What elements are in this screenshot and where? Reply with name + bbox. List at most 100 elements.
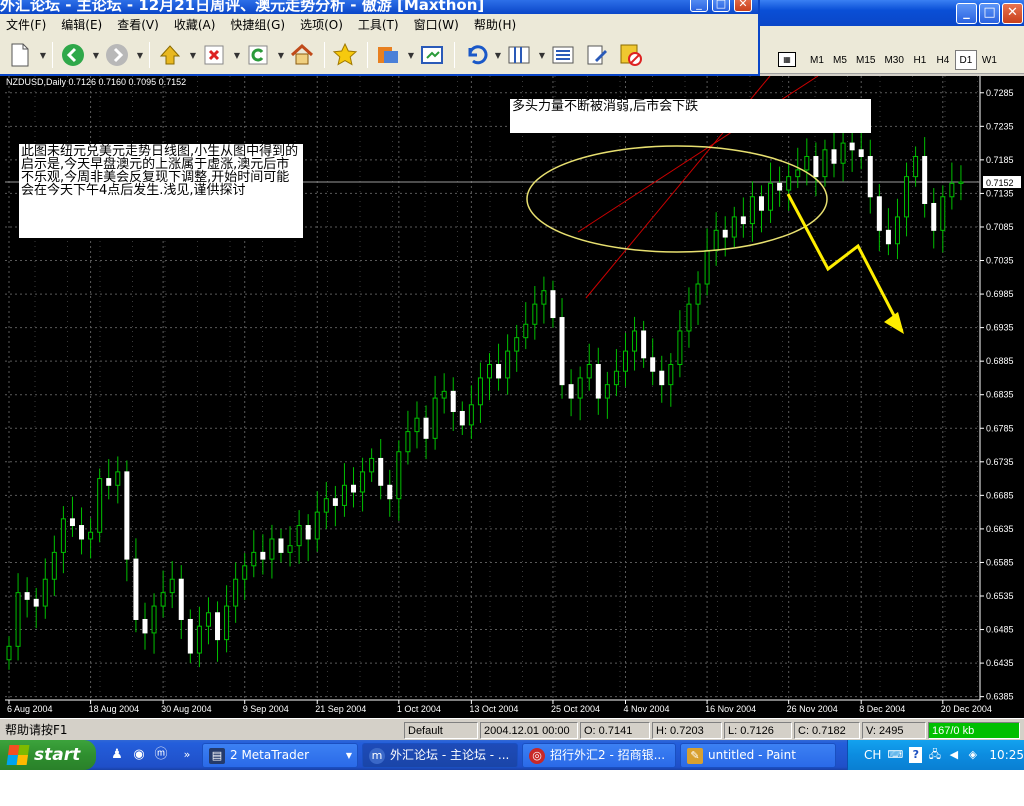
antivirus-icon[interactable]: ◈ bbox=[966, 747, 979, 763]
menu-item[interactable]: 编辑(E) bbox=[55, 16, 111, 33]
candle-bear bbox=[867, 156, 873, 198]
chevron-down-icon[interactable]: ▼ bbox=[188, 51, 198, 60]
keyboard-icon[interactable]: ⌨ bbox=[887, 747, 903, 763]
candle-bull bbox=[804, 156, 810, 171]
task-metatrader[interactable]: ▤ 2 MetaTrader ▼ bbox=[202, 743, 358, 768]
chart-area[interactable]: 0.7285 0.7235 0.7185 0.7135 0.7085 0.7035 0.69… bbox=[0, 76, 1024, 718]
stop-icon[interactable] bbox=[198, 39, 230, 71]
timeframe-m15[interactable]: M15 bbox=[852, 50, 879, 70]
quicklaunch-maxthon-icon[interactable]: ⓜ bbox=[152, 746, 170, 764]
candle-bull bbox=[432, 397, 438, 439]
timeframe-d1[interactable]: D1 bbox=[954, 50, 977, 70]
chart-toolbar-icon[interactable]: ▦ bbox=[778, 52, 796, 67]
price-tick-label: 0.7285 bbox=[986, 88, 1014, 98]
close-button[interactable]: ✕ bbox=[1002, 3, 1023, 24]
timeframe-w1[interactable]: W1 bbox=[978, 50, 1001, 70]
maxthon-close-button[interactable]: ✕ bbox=[734, 0, 752, 12]
quicklaunch-browser-icon[interactable]: ◉ bbox=[130, 746, 148, 764]
candle-bear bbox=[106, 478, 112, 486]
home-icon[interactable] bbox=[286, 39, 318, 71]
quicklaunch-user-icon[interactable]: ♟ bbox=[108, 746, 126, 764]
menu-item[interactable]: 选项(O) bbox=[294, 16, 352, 33]
quicklaunch-expand-icon[interactable]: » bbox=[178, 746, 196, 764]
price-tick-label: 0.6785 bbox=[986, 423, 1014, 433]
candle-bear bbox=[260, 551, 266, 560]
status-profile[interactable]: Default bbox=[404, 722, 478, 739]
edit-icon[interactable] bbox=[581, 39, 613, 71]
new-page-icon[interactable] bbox=[4, 39, 36, 71]
maxthon-maximize-button[interactable]: □ bbox=[712, 0, 730, 12]
candle-bear bbox=[876, 196, 882, 231]
columns-icon[interactable] bbox=[503, 39, 535, 71]
candle-bull bbox=[523, 323, 529, 339]
candle-bull bbox=[695, 283, 701, 305]
price-tick-label: 0.6685 bbox=[986, 490, 1014, 500]
menu-item[interactable]: 窗口(W) bbox=[408, 16, 468, 33]
refresh-icon[interactable] bbox=[242, 39, 274, 71]
chevron-down-icon[interactable]: ▼ bbox=[537, 51, 547, 60]
candle-bear bbox=[550, 290, 556, 319]
price-tick-label: 0.7235 bbox=[986, 121, 1014, 131]
start-button[interactable]: start bbox=[0, 740, 96, 770]
list-icon[interactable] bbox=[547, 39, 579, 71]
menu-item[interactable]: 工具(T) bbox=[352, 16, 408, 33]
timeframe-m30[interactable]: M30 bbox=[880, 50, 907, 70]
menu-item[interactable]: 帮助(H) bbox=[468, 16, 525, 33]
date-tick-label: 1 Oct 2004 bbox=[397, 704, 441, 714]
price-tick-label: 0.7035 bbox=[986, 256, 1014, 266]
network-icon[interactable]: 🖧 bbox=[928, 747, 941, 763]
candle-bull bbox=[904, 176, 910, 218]
up-folder-icon[interactable] bbox=[154, 39, 186, 71]
timeframe-h1[interactable]: H1 bbox=[909, 50, 931, 70]
back-icon[interactable] bbox=[57, 39, 89, 71]
minimize-button[interactable]: _ bbox=[956, 3, 977, 24]
chevron-down-icon[interactable]: ▼ bbox=[232, 51, 242, 60]
window-icon[interactable] bbox=[416, 39, 448, 71]
date-tick-label: 18 Aug 2004 bbox=[89, 704, 140, 714]
date-tick-label: 16 Nov 2004 bbox=[705, 704, 756, 714]
chevron-down-icon[interactable]: ▼ bbox=[276, 51, 286, 60]
maxthon-minimize-button[interactable]: _ bbox=[690, 0, 708, 12]
volume-icon[interactable]: ◀ bbox=[947, 747, 960, 763]
topping-ellipse bbox=[526, 145, 828, 253]
menu-item[interactable]: 查看(V) bbox=[111, 16, 168, 33]
menu-item[interactable]: 收藏(A) bbox=[168, 16, 225, 33]
chevron-down-icon[interactable]: ▼ bbox=[38, 51, 48, 60]
help-icon[interactable]: ? bbox=[909, 747, 923, 763]
candle-bear bbox=[813, 156, 819, 178]
price-tick-label: 0.6435 bbox=[986, 658, 1014, 668]
block-icon[interactable] bbox=[615, 39, 647, 71]
task-forum[interactable]: m 外汇论坛 - 主论坛 - ... bbox=[362, 743, 518, 768]
candle-bull bbox=[269, 538, 275, 560]
candle-bull bbox=[115, 471, 121, 486]
menu-item[interactable]: 文件(F) bbox=[0, 16, 55, 33]
candle-bear bbox=[849, 142, 855, 151]
timeframe-m1[interactable]: M1 bbox=[806, 50, 828, 70]
chevron-down-icon[interactable]: ▼ bbox=[493, 51, 503, 60]
task-paint[interactable]: ✎ untitled - Paint bbox=[680, 743, 836, 768]
candle-bull bbox=[795, 169, 801, 178]
analysis-note-left: 此图未纽元兑美元走势日线图,小生从图中得到的启示是,今天早盘澳元的上涨属于虚涨,… bbox=[19, 144, 303, 238]
candle-bull bbox=[42, 578, 48, 607]
chevron-down-icon[interactable]: ▼ bbox=[135, 51, 145, 60]
candle-bear bbox=[33, 598, 39, 607]
date-tick-label: 9 Sep 2004 bbox=[243, 704, 289, 714]
candle-bull bbox=[958, 181, 964, 184]
task-cmb[interactable]: ◎ 招行外汇2 - 招商银... bbox=[522, 743, 676, 768]
favorites-icon[interactable] bbox=[329, 39, 361, 71]
candle-bull bbox=[287, 545, 293, 553]
price-tick-label: 0.6935 bbox=[986, 323, 1014, 333]
tray-language[interactable]: CH bbox=[864, 748, 881, 762]
menu-item[interactable]: 快捷组(G) bbox=[224, 16, 294, 33]
groups-icon[interactable] bbox=[372, 39, 404, 71]
chevron-down-icon[interactable]: ▼ bbox=[91, 51, 101, 60]
undo-icon[interactable] bbox=[459, 39, 491, 71]
date-tick-label: 13 Oct 2004 bbox=[469, 704, 518, 714]
status-open: O: 0.7141 bbox=[580, 722, 650, 739]
timeframe-h4[interactable]: H4 bbox=[932, 50, 954, 70]
chevron-down-icon[interactable]: ▼ bbox=[406, 51, 416, 60]
maximize-button[interactable]: □ bbox=[979, 3, 1000, 24]
forward-icon[interactable] bbox=[101, 39, 133, 71]
status-traffic: 167/0 kb bbox=[928, 722, 1020, 739]
timeframe-m5[interactable]: M5 bbox=[829, 50, 851, 70]
